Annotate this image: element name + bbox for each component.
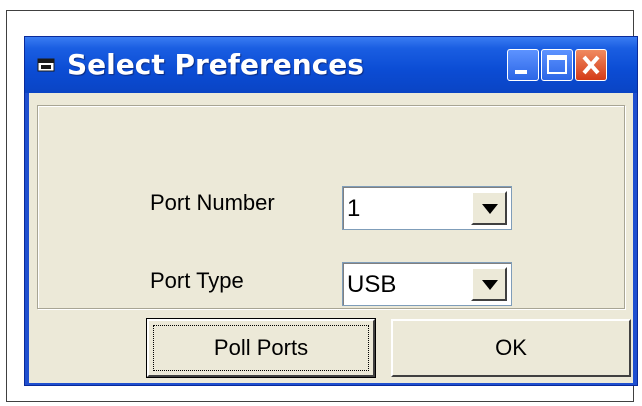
port-type-label: Port Type (150, 268, 244, 293)
dialog-client-area: Port Number 1 Port Type USB Poll Ports O… (29, 93, 633, 383)
ok-label: OK (495, 335, 527, 360)
close-button[interactable] (575, 49, 607, 81)
close-icon (582, 55, 600, 75)
window-title: Select Preferences (67, 48, 364, 81)
minimize-button[interactable] (507, 49, 539, 81)
maximize-icon (547, 55, 567, 74)
port-type-value: USB (347, 271, 397, 298)
settings-group: Port Number 1 Port Type USB (37, 105, 625, 309)
maximize-button[interactable] (541, 49, 573, 81)
focus-rectangle (153, 325, 369, 371)
port-number-dropdown-button[interactable] (471, 191, 507, 225)
title-bar[interactable]: Select Preferences (25, 37, 637, 93)
preferences-dialog: Select Preferences Port Number 1 Port Ty… (24, 36, 638, 386)
port-number-select[interactable]: 1 (342, 186, 512, 230)
poll-ports-button[interactable]: Poll Ports (146, 318, 376, 378)
port-number-value: 1 (347, 195, 361, 222)
port-type-select[interactable]: USB (342, 262, 512, 306)
port-number-label: Port Number (150, 190, 275, 215)
chevron-down-icon (482, 204, 498, 214)
minimize-icon (515, 70, 527, 74)
window-app-icon (37, 57, 55, 73)
chevron-down-icon (482, 280, 498, 290)
ok-button[interactable]: OK (391, 319, 631, 377)
port-type-dropdown-button[interactable] (471, 267, 507, 301)
